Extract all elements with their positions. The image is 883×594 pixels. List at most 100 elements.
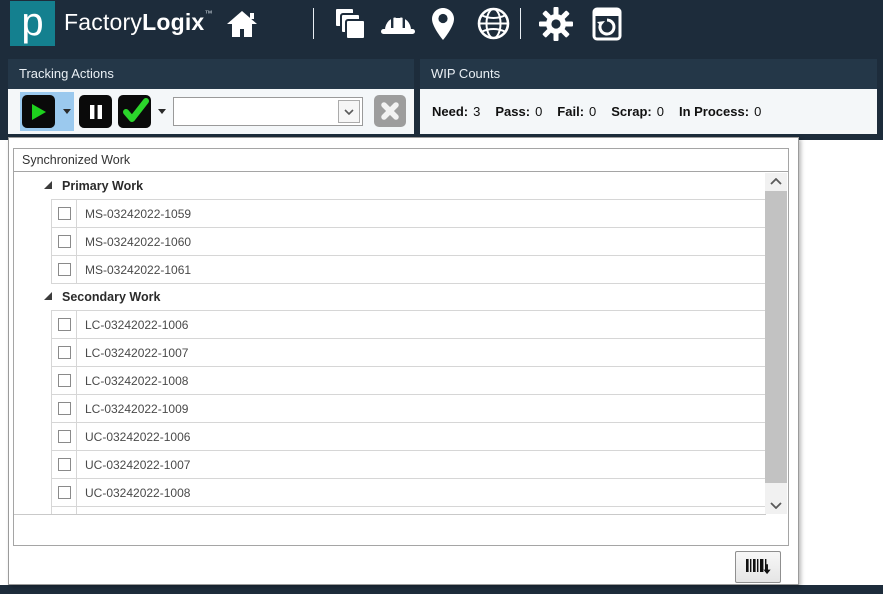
group-row-secondary-work[interactable]: Secondary Work xyxy=(39,284,766,310)
chevron-down-icon xyxy=(344,109,354,115)
scrollbar-thumb[interactable] xyxy=(765,191,787,483)
group-row-primary-work[interactable]: Primary Work xyxy=(39,173,766,199)
checkmark-icon xyxy=(122,99,148,125)
barcode-icon xyxy=(745,557,771,577)
work-list-viewport: Primary Work MS-03242022-1059 MS-03242022-… xyxy=(14,172,766,515)
work-item-label: MS-03242022-1059 xyxy=(85,207,191,221)
work-item-label: LC-03242022-1009 xyxy=(85,402,188,416)
checkbox-cell xyxy=(51,395,77,422)
work-item-checkbox[interactable] xyxy=(58,374,71,387)
close-x-icon xyxy=(380,101,400,121)
work-item-label: UC-03242022-1009 xyxy=(85,514,190,516)
wip-count: In Process:0 xyxy=(679,104,761,119)
wip-counts-panel: WIP Counts Need:3 Pass:0 Fail:0 Scrap:0 In P… xyxy=(420,59,877,134)
wip-counts-line: Need:3 Pass:0 Fail:0 Scrap:0 In Process:0 xyxy=(432,89,761,134)
work-item-label: UC-03242022-1006 xyxy=(85,430,190,444)
complete-tracking-button[interactable] xyxy=(118,95,151,128)
bottom-edge xyxy=(0,585,883,594)
top-bar: p FactoryLogix™ xyxy=(0,0,883,47)
combobox-dropdown-button[interactable] xyxy=(338,100,360,123)
work-item-row[interactable]: LC-03242022-1006 xyxy=(51,310,766,339)
work-item-row[interactable]: MS-03242022-1059 xyxy=(51,199,766,228)
factorylogix-logo: p xyxy=(10,1,55,46)
work-item-label: UC-03242022-1008 xyxy=(85,486,190,500)
work-item-label: MS-03242022-1061 xyxy=(85,263,191,277)
checkbox-cell xyxy=(51,367,77,394)
scroll-up-button[interactable] xyxy=(765,173,787,190)
tracking-actions-title: Tracking Actions xyxy=(8,59,414,89)
location-pin-icon[interactable] xyxy=(425,0,461,47)
globe-icon[interactable] xyxy=(473,0,513,47)
layers-icon[interactable] xyxy=(330,0,370,47)
work-item-row[interactable]: UC-03242022-1006 xyxy=(51,423,766,451)
work-item-checkbox[interactable] xyxy=(58,458,71,471)
synchronized-work-popup: Synchronized Work Primary Work MS-0324202… xyxy=(8,137,799,585)
work-item-checkbox[interactable] xyxy=(58,486,71,499)
work-item-row[interactable]: UC-03242022-1008 xyxy=(51,479,766,507)
work-item-checkbox[interactable] xyxy=(58,263,71,276)
pause-tracking-button[interactable] xyxy=(79,95,112,128)
work-item-row[interactable]: MS-03242022-1060 xyxy=(51,228,766,256)
wip-count: Pass:0 xyxy=(495,104,542,119)
checkbox-cell xyxy=(51,311,77,338)
work-item-checkbox[interactable] xyxy=(58,318,71,331)
synchronized-work-header: Synchronized Work xyxy=(13,148,789,172)
work-item-checkbox[interactable] xyxy=(58,235,71,248)
checkbox-cell xyxy=(51,451,77,478)
work-item-row[interactable]: MS-03242022-1061 xyxy=(51,256,766,284)
start-tracking-button[interactable] xyxy=(22,95,55,128)
tracking-combobox[interactable] xyxy=(173,97,363,126)
app-window: p FactoryLogix™ xyxy=(0,0,883,594)
complete-dropdown-caret[interactable] xyxy=(158,109,166,114)
pause-icon xyxy=(88,104,104,120)
work-item-checkbox[interactable] xyxy=(58,514,71,515)
group-label: Primary Work xyxy=(62,179,143,193)
brand-title: FactoryLogix™ xyxy=(64,9,213,36)
start-dropdown-caret[interactable] xyxy=(63,109,71,114)
hardhat-icon[interactable] xyxy=(378,0,418,47)
work-list: Primary Work MS-03242022-1059 MS-03242022-… xyxy=(39,173,766,515)
scroll-down-button[interactable] xyxy=(765,497,787,514)
work-item-row[interactable]: LC-03242022-1008 xyxy=(51,367,766,395)
wip-count: Scrap:0 xyxy=(611,104,664,119)
checkbox-cell xyxy=(51,339,77,366)
settings-gear-icon[interactable] xyxy=(536,0,576,47)
chevron-down-icon xyxy=(770,502,782,509)
wip-counts-title: WIP Counts xyxy=(420,59,877,89)
group-label: Secondary Work xyxy=(62,290,160,304)
chevron-up-icon xyxy=(770,178,782,185)
work-item-checkbox[interactable] xyxy=(58,346,71,359)
work-item-row[interactable]: UC-03242022-1007 xyxy=(51,451,766,479)
work-item-label: LC-03242022-1006 xyxy=(85,318,188,332)
clear-button[interactable] xyxy=(374,95,406,127)
home-icon[interactable] xyxy=(222,0,262,47)
work-item-label: UC-03242022-1007 xyxy=(85,458,190,472)
work-item-row[interactable]: LC-03242022-1007 xyxy=(51,339,766,367)
expander-triangle-icon[interactable] xyxy=(44,177,53,195)
work-item-label: LC-03242022-1008 xyxy=(85,374,188,388)
wip-count: Fail:0 xyxy=(557,104,596,119)
work-item-checkbox[interactable] xyxy=(58,402,71,415)
work-item-row[interactable]: LC-03242022-1009 xyxy=(51,395,766,423)
barcode-scan-button[interactable] xyxy=(735,551,781,583)
work-item-label: MS-03242022-1060 xyxy=(85,235,191,249)
expander-triangle-icon[interactable] xyxy=(44,288,53,306)
logo-letter: p xyxy=(21,2,43,42)
toolbar-divider xyxy=(313,8,314,39)
checkbox-cell xyxy=(51,479,77,506)
tracking-actions-panel: Tracking Actions xyxy=(8,59,414,134)
work-item-checkbox[interactable] xyxy=(58,207,71,220)
checkbox-cell xyxy=(51,423,77,450)
checkbox-cell xyxy=(51,200,77,227)
checkbox-cell xyxy=(51,256,77,283)
work-list-box: Primary Work MS-03242022-1059 MS-03242022-… xyxy=(13,171,789,546)
play-icon xyxy=(30,103,48,121)
work-item-label: LC-03242022-1007 xyxy=(85,346,188,360)
toolbar-divider xyxy=(520,8,521,39)
history-log-icon[interactable] xyxy=(587,0,627,47)
checkbox-cell xyxy=(51,228,77,255)
work-item-row[interactable]: UC-03242022-1009 xyxy=(51,507,766,515)
wip-count: Need:3 xyxy=(432,104,480,119)
work-item-checkbox[interactable] xyxy=(58,430,71,443)
vertical-scrollbar[interactable] xyxy=(765,173,787,514)
